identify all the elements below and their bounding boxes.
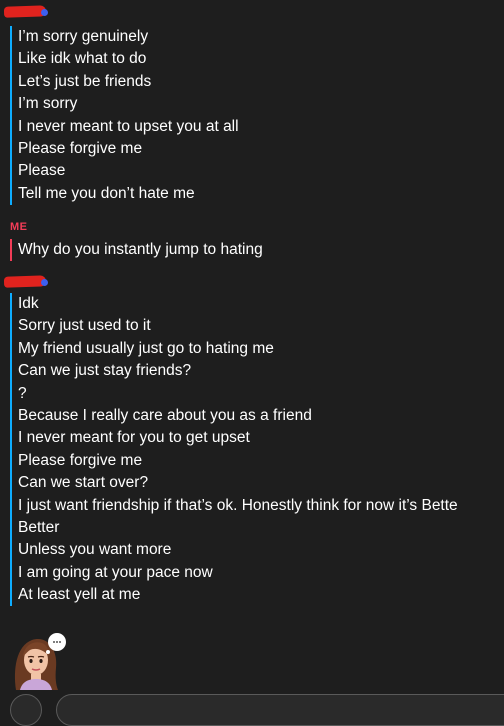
message-text: My friend usually just go to hating me xyxy=(18,339,274,357)
message-text: I never meant for you to get upset xyxy=(18,429,250,447)
sender-label-me: ME xyxy=(10,221,28,233)
message-text: Better xyxy=(18,518,60,536)
chat-input-bar xyxy=(0,690,504,726)
message-text: ? xyxy=(18,384,27,402)
message-text: At least yell at me xyxy=(18,586,141,604)
message-text: Like idk what to do xyxy=(18,50,147,68)
message-text: I just want friendship if that’s ok. Hon… xyxy=(18,496,458,514)
message-text: Can we just stay friends? xyxy=(18,362,192,380)
message-text: I’m sorry xyxy=(18,95,78,113)
message-text: Sorry just used to it xyxy=(18,317,151,335)
bitmoji-avatar-icon xyxy=(10,630,68,690)
message-text: Why do you instantly jump to hating xyxy=(18,241,263,258)
message-text: Idk xyxy=(18,295,39,312)
message-group-me: Why do you instantly jump to hating xyxy=(10,239,263,262)
message-group-them-1: I’m sorry genuinely Like idk what to do … xyxy=(10,26,239,206)
message-text: I am going at your pace now xyxy=(18,563,213,581)
message-text: Can we start over? xyxy=(18,474,149,492)
redacted-sender-name xyxy=(0,5,52,20)
redacted-sender-name xyxy=(0,275,52,290)
message-text: Please forgive me xyxy=(18,139,143,157)
message-text: Unless you want more xyxy=(18,541,172,559)
message-text: Please forgive me xyxy=(18,451,143,469)
message-text: Tell me you don’t hate me xyxy=(18,184,195,202)
camera-button[interactable] xyxy=(10,694,42,726)
message-text: Please xyxy=(18,162,66,180)
message-group-them-2: Idk Sorry just used to it My friend usua… xyxy=(10,293,458,607)
chat-input[interactable] xyxy=(56,694,504,726)
message-text: I’m sorry genuinely xyxy=(18,28,149,45)
message-text: Let’s just be friends xyxy=(18,72,152,90)
message-text: I never meant to upset you at all xyxy=(18,117,239,135)
message-text: Because I really care about you as a fri… xyxy=(18,406,312,424)
